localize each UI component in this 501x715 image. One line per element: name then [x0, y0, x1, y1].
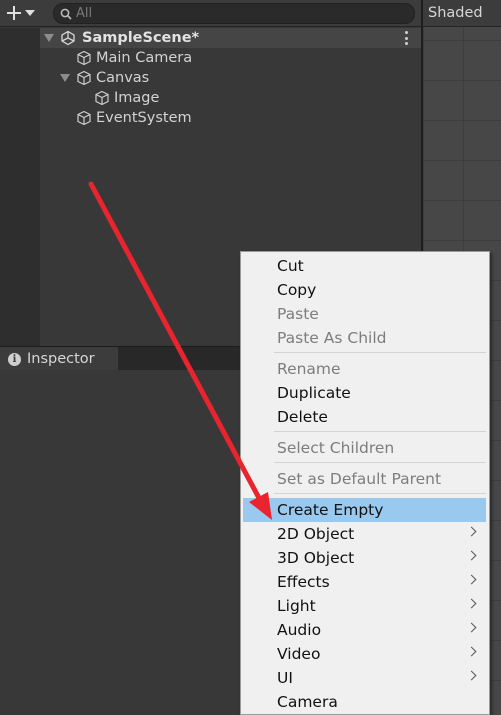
- hierarchy-item-label: Main Camera: [96, 50, 193, 66]
- chevron-right-icon: [466, 622, 477, 633]
- more-options-icon[interactable]: [405, 31, 409, 45]
- add-object-button[interactable]: [4, 3, 42, 23]
- hierarchy-item-eventsystem[interactable]: EventSystem: [76, 108, 192, 128]
- chevron-right-icon: [466, 574, 477, 585]
- menu-item-effects[interactable]: Effects: [241, 570, 489, 594]
- gameobject-cube-icon: [77, 50, 91, 66]
- context-menu: Cut Copy Paste Paste As Child Rename Dup…: [240, 251, 490, 715]
- menu-item-copy[interactable]: Copy: [241, 278, 489, 302]
- expand-arrow-icon[interactable]: [44, 34, 54, 42]
- menu-item-duplicate[interactable]: Duplicate: [241, 381, 489, 405]
- menu-item-rename: Rename: [277, 360, 341, 378]
- menu-item-label: Video: [277, 645, 321, 663]
- chevron-right-icon: [466, 526, 477, 537]
- search-input[interactable]: [76, 6, 396, 21]
- menu-item-label: 2D Object: [277, 525, 355, 543]
- menu-item-select-children: Select Children: [277, 439, 395, 457]
- menu-item-camera[interactable]: Camera: [241, 690, 489, 714]
- hierarchy-item-main-camera[interactable]: Main Camera: [76, 48, 192, 68]
- gameobject-cube-icon: [77, 70, 91, 86]
- menu-item-cut[interactable]: Cut: [241, 254, 489, 278]
- menu-item-delete[interactable]: Delete: [241, 405, 489, 429]
- inspector-tab-label: Inspector: [27, 351, 95, 367]
- gameobject-cube-icon: [77, 110, 91, 126]
- info-icon: i: [8, 352, 21, 366]
- menu-item-3d-object[interactable]: 3D Object: [241, 546, 489, 570]
- hierarchy-item-label: Image: [114, 90, 160, 106]
- chevron-right-icon: [466, 646, 477, 657]
- plus-icon: [7, 6, 21, 20]
- menu-item-paste-as-child: Paste As Child: [277, 329, 387, 347]
- menu-separator: [274, 431, 486, 432]
- shading-mode-dropdown[interactable]: Shaded: [428, 5, 483, 21]
- hierarchy-gutter: [0, 28, 40, 346]
- menu-item-ui[interactable]: UI: [241, 666, 489, 690]
- menu-item-create-empty[interactable]: Create Empty: [243, 498, 486, 522]
- hierarchy-item-label: EventSystem: [96, 110, 192, 126]
- menu-item-light[interactable]: Light: [241, 594, 489, 618]
- unity-scene-icon: [61, 30, 75, 46]
- hierarchy-item-label: Canvas: [96, 70, 150, 86]
- scene-view-toolbar: Shaded: [421, 0, 501, 27]
- chevron-right-icon: [466, 550, 477, 561]
- menu-separator: [274, 493, 486, 494]
- chevron-right-icon: [466, 670, 477, 681]
- menu-item-label: Effects: [277, 573, 330, 591]
- menu-item-paste: Paste: [277, 305, 319, 323]
- menu-item-video[interactable]: Video: [241, 642, 489, 666]
- gameobject-cube-icon: [95, 90, 109, 106]
- menu-item-audio[interactable]: Audio: [241, 618, 489, 642]
- menu-item-set-as-default-parent: Set as Default Parent: [277, 470, 442, 488]
- hierarchy-item-image[interactable]: Image: [94, 88, 159, 108]
- menu-item-label: Light: [277, 597, 316, 615]
- tab-inspector[interactable]: i Inspector: [0, 347, 118, 371]
- menu-separator: [274, 462, 486, 463]
- menu-item-label: UI: [277, 669, 293, 687]
- menu-item-label: Audio: [277, 621, 322, 639]
- hierarchy-item-canvas[interactable]: Canvas: [60, 68, 149, 88]
- dropdown-arrow-icon: [25, 10, 35, 16]
- scene-name: SampleScene*: [82, 30, 200, 46]
- chevron-right-icon: [466, 598, 477, 609]
- hierarchy-toolbar: [0, 0, 421, 27]
- scene-row[interactable]: SampleScene*: [40, 28, 421, 48]
- hierarchy-search[interactable]: [53, 3, 415, 24]
- menu-item-2d-object[interactable]: 2D Object: [241, 522, 489, 546]
- menu-item-label: 3D Object: [277, 549, 355, 567]
- search-icon: [60, 8, 72, 20]
- menu-separator: [274, 352, 486, 353]
- expand-arrow-icon[interactable]: [60, 74, 70, 82]
